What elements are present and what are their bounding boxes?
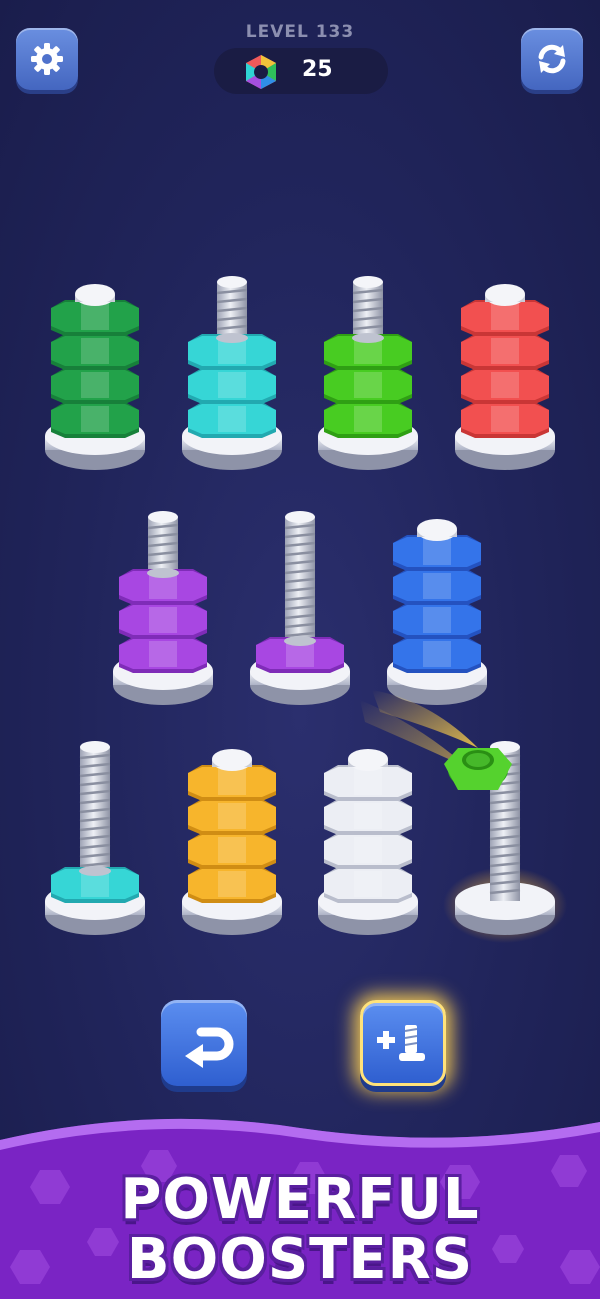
- nut-red: [461, 334, 549, 370]
- nut-yellow: [188, 799, 276, 835]
- nut-yellow: [188, 833, 276, 869]
- undo-arrow-icon: [185, 1027, 234, 1068]
- bolt-cap-top: [75, 284, 115, 304]
- bolt-tip: [148, 511, 178, 523]
- game-board: [45, 276, 567, 943]
- bolt-cap-top: [348, 749, 388, 769]
- bolt-shaft-collar: [284, 636, 316, 646]
- screw-1[interactable]: [45, 284, 145, 470]
- nut-green: [51, 402, 139, 438]
- bolt-cap-top: [417, 519, 457, 539]
- nut-white: [324, 833, 412, 869]
- nut-blue: [393, 603, 481, 639]
- nut-white: [324, 799, 412, 835]
- nut-red: [461, 402, 549, 438]
- nut-white: [324, 867, 412, 903]
- bolt-cap-top: [212, 749, 252, 769]
- bolt-shaft-collar: [147, 568, 179, 578]
- screw-5[interactable]: [113, 511, 213, 705]
- add-screw-button[interactable]: [360, 1000, 446, 1086]
- screw-4[interactable]: [455, 284, 555, 470]
- bolt-cap-top: [485, 284, 525, 304]
- banner-title-line2: BOOSTERS: [126, 1227, 474, 1292]
- screw-7[interactable]: [387, 519, 487, 705]
- screw-9[interactable]: [182, 749, 282, 935]
- screw-2[interactable]: [182, 276, 282, 470]
- bolt-tip: [353, 276, 383, 288]
- bolt-shaft-collar: [352, 333, 384, 343]
- nut-purple: [119, 637, 207, 673]
- nut-yellow: [188, 867, 276, 903]
- bolt-tip: [217, 276, 247, 288]
- plus-screw-icon: [377, 1025, 425, 1061]
- screw-6[interactable]: [250, 511, 350, 705]
- bolt-shaft-collar: [216, 333, 248, 343]
- undo-button[interactable]: [161, 1000, 247, 1086]
- screw-3[interactable]: [318, 276, 418, 470]
- screw-8[interactable]: [45, 741, 145, 935]
- game-screen: LEVEL 133 25 POWERFUL BOOSTERS: [0, 0, 600, 1299]
- nut-blue: [393, 637, 481, 673]
- bolt-tip: [285, 511, 315, 523]
- nut-lime: [324, 368, 412, 404]
- promo-banner: POWERFUL BOOSTERS: [0, 1110, 600, 1299]
- nut-cyan: [188, 368, 276, 404]
- bolt-shaft-collar: [79, 866, 111, 876]
- nut-blue: [393, 569, 481, 605]
- screw-10[interactable]: [318, 749, 418, 935]
- nut-green: [51, 334, 139, 370]
- nut-green: [51, 368, 139, 404]
- bolt-tip: [80, 741, 110, 753]
- nut-purple: [119, 603, 207, 639]
- nut-cyan: [188, 402, 276, 438]
- banner-title-line1: POWERFUL: [120, 1167, 480, 1232]
- nut-lime: [324, 402, 412, 438]
- nut-red: [461, 368, 549, 404]
